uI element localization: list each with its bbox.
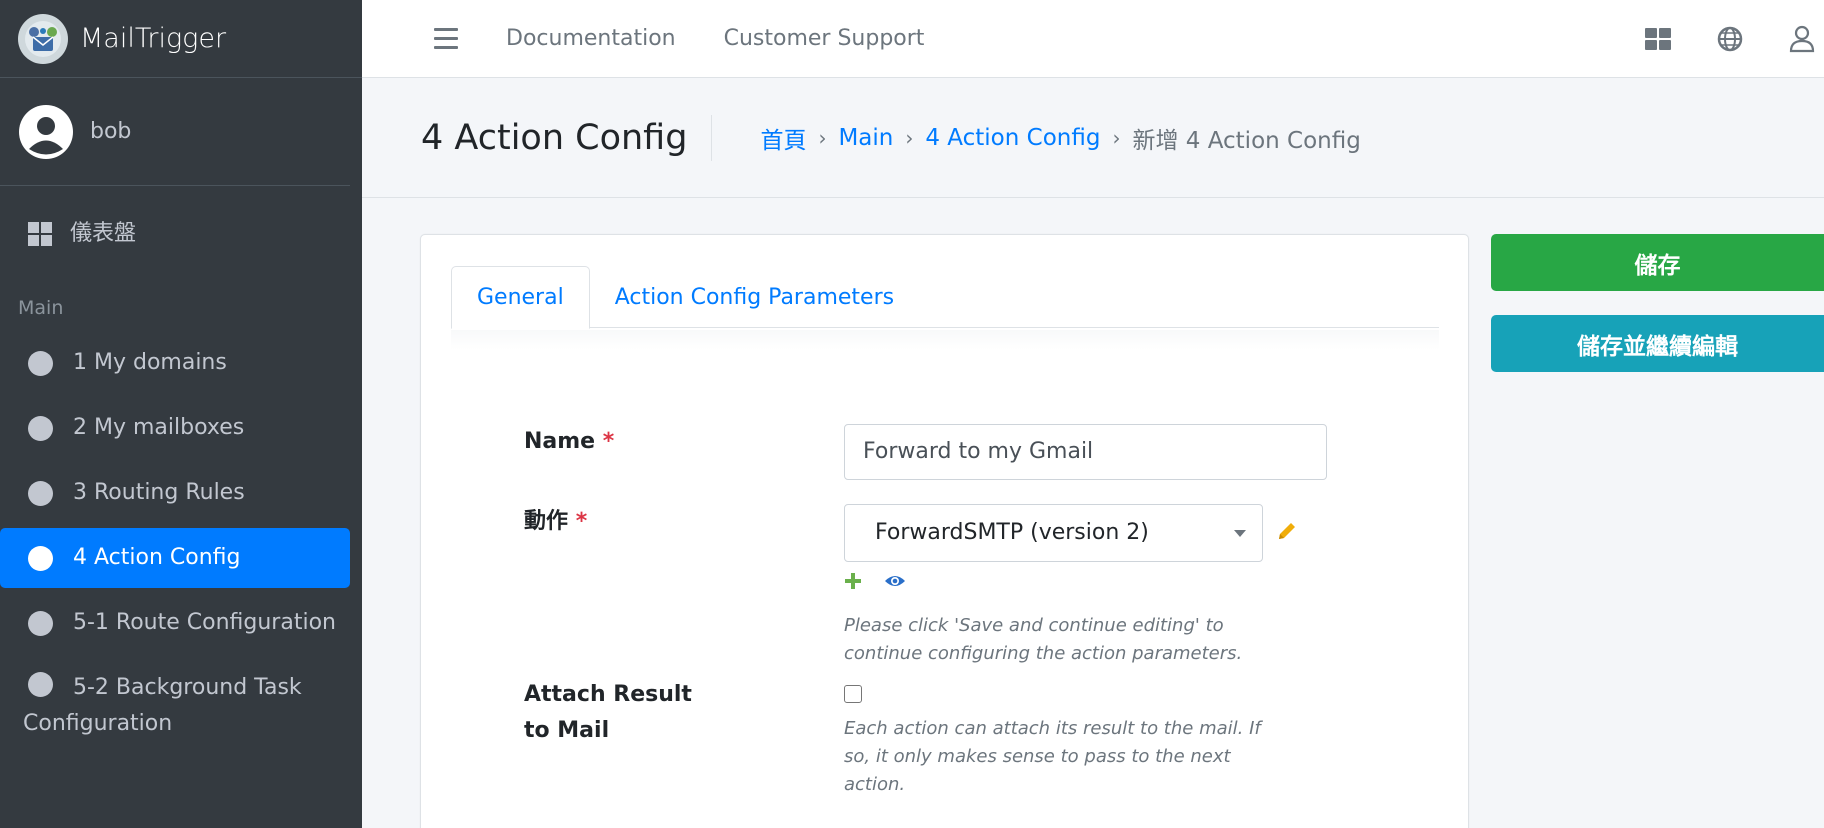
brand-name: MailTrigger xyxy=(80,23,227,54)
sidebar-item-label: 5-1 Route Configuration xyxy=(73,610,336,635)
dashboard-grid-icon xyxy=(28,222,52,246)
sidebar-item-label: 3 Routing Rules xyxy=(73,480,245,505)
circle-icon xyxy=(28,350,53,376)
circle-icon xyxy=(28,415,53,441)
breadcrumb-action-config-link[interactable]: 4 Action Config xyxy=(925,125,1100,151)
breadcrumb-separator-icon: › xyxy=(818,125,827,150)
sidebar-item-my-mailboxes[interactable]: 2 My mailboxes xyxy=(0,398,350,458)
sidebar-item-label: 儀表盤 xyxy=(70,221,137,246)
action-select-value: ForwardSMTP (version 2) xyxy=(875,520,1149,545)
plus-add-icon[interactable] xyxy=(844,572,862,590)
breadcrumb-main-link[interactable]: Main xyxy=(838,125,893,151)
sidebar-item-label: 4 Action Config xyxy=(73,545,241,570)
circle-icon xyxy=(28,610,53,636)
action-help-text: Please click 'Save and continue editing'… xyxy=(844,615,1243,664)
customer-support-link[interactable]: Customer Support xyxy=(724,26,925,51)
globe-icon[interactable] xyxy=(1714,23,1746,55)
attach-result-checkbox[interactable] xyxy=(844,685,862,703)
page-title: 4 Action Config xyxy=(421,114,713,161)
breadcrumb-separator-icon: › xyxy=(1112,125,1121,150)
sidebar-item-routing-rules[interactable]: 3 Routing Rules xyxy=(0,463,350,523)
action-tools xyxy=(844,572,906,590)
sidebar-item-route-configuration[interactable]: 5-1 Route Configuration xyxy=(0,593,350,653)
caret-down-icon xyxy=(1234,530,1246,537)
top-navbar: Documentation Customer Support xyxy=(362,0,1824,78)
user-panel[interactable]: bob xyxy=(0,78,350,186)
required-mark: * xyxy=(602,429,615,454)
tab-action-config-parameters[interactable]: Action Config Parameters xyxy=(590,266,919,328)
user-icon[interactable] xyxy=(1786,23,1818,55)
tab-panel-divider xyxy=(451,330,1439,350)
circle-icon xyxy=(28,545,53,571)
sidebar-nav: 儀表盤 Main 1 My domains 2 My mailboxes 3 R… xyxy=(0,186,362,742)
circle-icon xyxy=(28,672,53,697)
sidebar-section-header: Main xyxy=(18,297,64,319)
circle-icon xyxy=(28,480,53,506)
brand-logo-icon xyxy=(18,13,68,64)
sidebar-item-dashboard[interactable]: 儀表盤 xyxy=(0,204,350,264)
user-name: bob xyxy=(90,119,132,144)
attach-help-text: Each action can attach its result to the… xyxy=(844,718,1261,795)
eye-view-icon[interactable] xyxy=(884,573,906,589)
action-label: 動作 * xyxy=(524,509,588,534)
user-avatar-icon xyxy=(19,104,73,159)
save-continue-button[interactable]: 儲存並繼續編輯 xyxy=(1491,315,1824,372)
tab-bar: General Action Config Parameters xyxy=(451,266,1439,329)
name-label: Name * xyxy=(524,429,615,454)
breadcrumb: 首頁 › Main › 4 Action Config › 新增 4 Actio… xyxy=(760,121,1360,155)
pencil-edit-icon[interactable] xyxy=(1276,520,1298,542)
apps-grid-icon[interactable] xyxy=(1642,23,1674,55)
tab-general[interactable]: General xyxy=(451,266,590,329)
attach-label: Attach Result to Mail xyxy=(524,682,692,743)
sidebar-item-label: 5-2 Background Task Configuration xyxy=(23,675,302,736)
name-input[interactable]: Forward to my Gmail xyxy=(844,424,1327,480)
content-header: 4 Action Config 首頁 › Main › 4 Action Con… xyxy=(362,78,1824,198)
attach-row: Attach Result to Mail Each action can at… xyxy=(524,677,1261,795)
navbar-right xyxy=(1602,0,1824,78)
form-card: General Action Config Parameters Name * … xyxy=(420,234,1469,828)
breadcrumb-home-link[interactable]: 首頁 xyxy=(760,121,806,155)
required-mark: * xyxy=(575,509,588,534)
sidebar-item-my-domains[interactable]: 1 My domains xyxy=(0,333,350,393)
menu-icon[interactable] xyxy=(434,28,458,49)
save-button[interactable]: 儲存 xyxy=(1491,234,1824,291)
sidebar-item-label: 2 My mailboxes xyxy=(73,415,245,440)
breadcrumb-current: 新增 4 Action Config xyxy=(1132,127,1361,154)
sidebar: MailTrigger bob 儀表盤 Main 1 My domains 2 … xyxy=(0,0,362,828)
sidebar-item-label: 1 My domains xyxy=(73,350,227,375)
name-row: Name * Forward to my Gmail xyxy=(524,424,1327,480)
sidebar-item-action-config[interactable]: 4 Action Config xyxy=(0,528,350,588)
brand-link[interactable]: MailTrigger xyxy=(0,0,362,78)
sidebar-item-background-task-configuration[interactable]: 5-2 Background Task Configuration xyxy=(0,658,350,742)
documentation-link[interactable]: Documentation xyxy=(506,26,676,51)
action-row: 動作 * ForwardSMTP (version 2) Please clic… xyxy=(524,504,1295,664)
breadcrumb-separator-icon: › xyxy=(905,125,914,150)
action-select[interactable]: ForwardSMTP (version 2) xyxy=(844,504,1263,562)
